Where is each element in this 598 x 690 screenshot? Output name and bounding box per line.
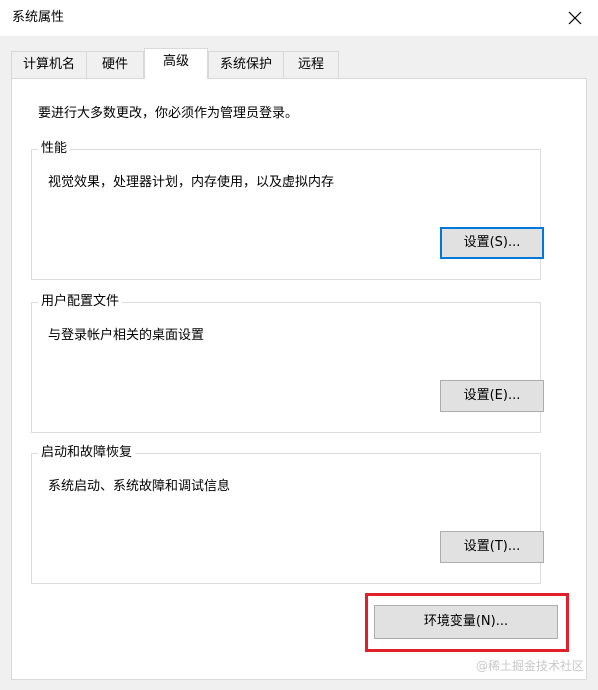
performance-settings-button[interactable]: 设置(S)... xyxy=(440,227,544,259)
close-button[interactable] xyxy=(560,4,590,32)
close-icon xyxy=(568,11,582,25)
tab-strip: 计算机名 硬件 高级 系统保护 远程 xyxy=(11,48,341,79)
startup-recovery-group-title: 启动和故障恢复 xyxy=(38,444,136,462)
startup-recovery-group: 启动和故障恢复 系统启动、系统故障和调试信息 设置(T)... xyxy=(31,444,544,584)
performance-group-title: 性能 xyxy=(38,140,71,158)
tab-advanced[interactable]: 高级 xyxy=(144,48,208,79)
user-profiles-description: 与登录帐户相关的桌面设置 xyxy=(48,328,205,343)
user-profiles-group-title: 用户配置文件 xyxy=(38,293,123,311)
performance-group: 性能 视觉效果，处理器计划，内存使用，以及虚拟内存 设置(S)... xyxy=(31,140,544,280)
tab-remote[interactable]: 远程 xyxy=(283,51,339,78)
window-title: 系统属性 xyxy=(12,10,65,25)
tab-hardware[interactable]: 硬件 xyxy=(86,51,144,78)
performance-description: 视觉效果，处理器计划，内存使用，以及虚拟内存 xyxy=(48,175,335,190)
tab-computer-name[interactable]: 计算机名 xyxy=(11,51,87,78)
title-bar: 系统属性 xyxy=(0,0,598,36)
system-properties-window: 系统属性 计算机名 硬件 高级 系统保护 远程 要进行大多数更改，你必须作为管理… xyxy=(0,0,598,690)
startup-recovery-settings-button[interactable]: 设置(T)... xyxy=(440,531,544,563)
user-profiles-settings-button[interactable]: 设置(E)... xyxy=(440,380,544,412)
tab-system-protection[interactable]: 系统保护 xyxy=(208,51,284,78)
startup-recovery-description: 系统启动、系统故障和调试信息 xyxy=(48,479,231,494)
watermark: @稀土掘金技术社区 xyxy=(475,659,584,673)
user-profiles-group: 用户配置文件 与登录帐户相关的桌面设置 设置(E)... xyxy=(31,293,544,433)
advanced-tab-panel: 要进行大多数更改，你必须作为管理员登录。 性能 视觉效果，处理器计划，内存使用，… xyxy=(11,78,587,680)
admin-notice: 要进行大多数更改，你必须作为管理员登录。 xyxy=(38,106,299,121)
red-highlight-box xyxy=(365,593,569,652)
